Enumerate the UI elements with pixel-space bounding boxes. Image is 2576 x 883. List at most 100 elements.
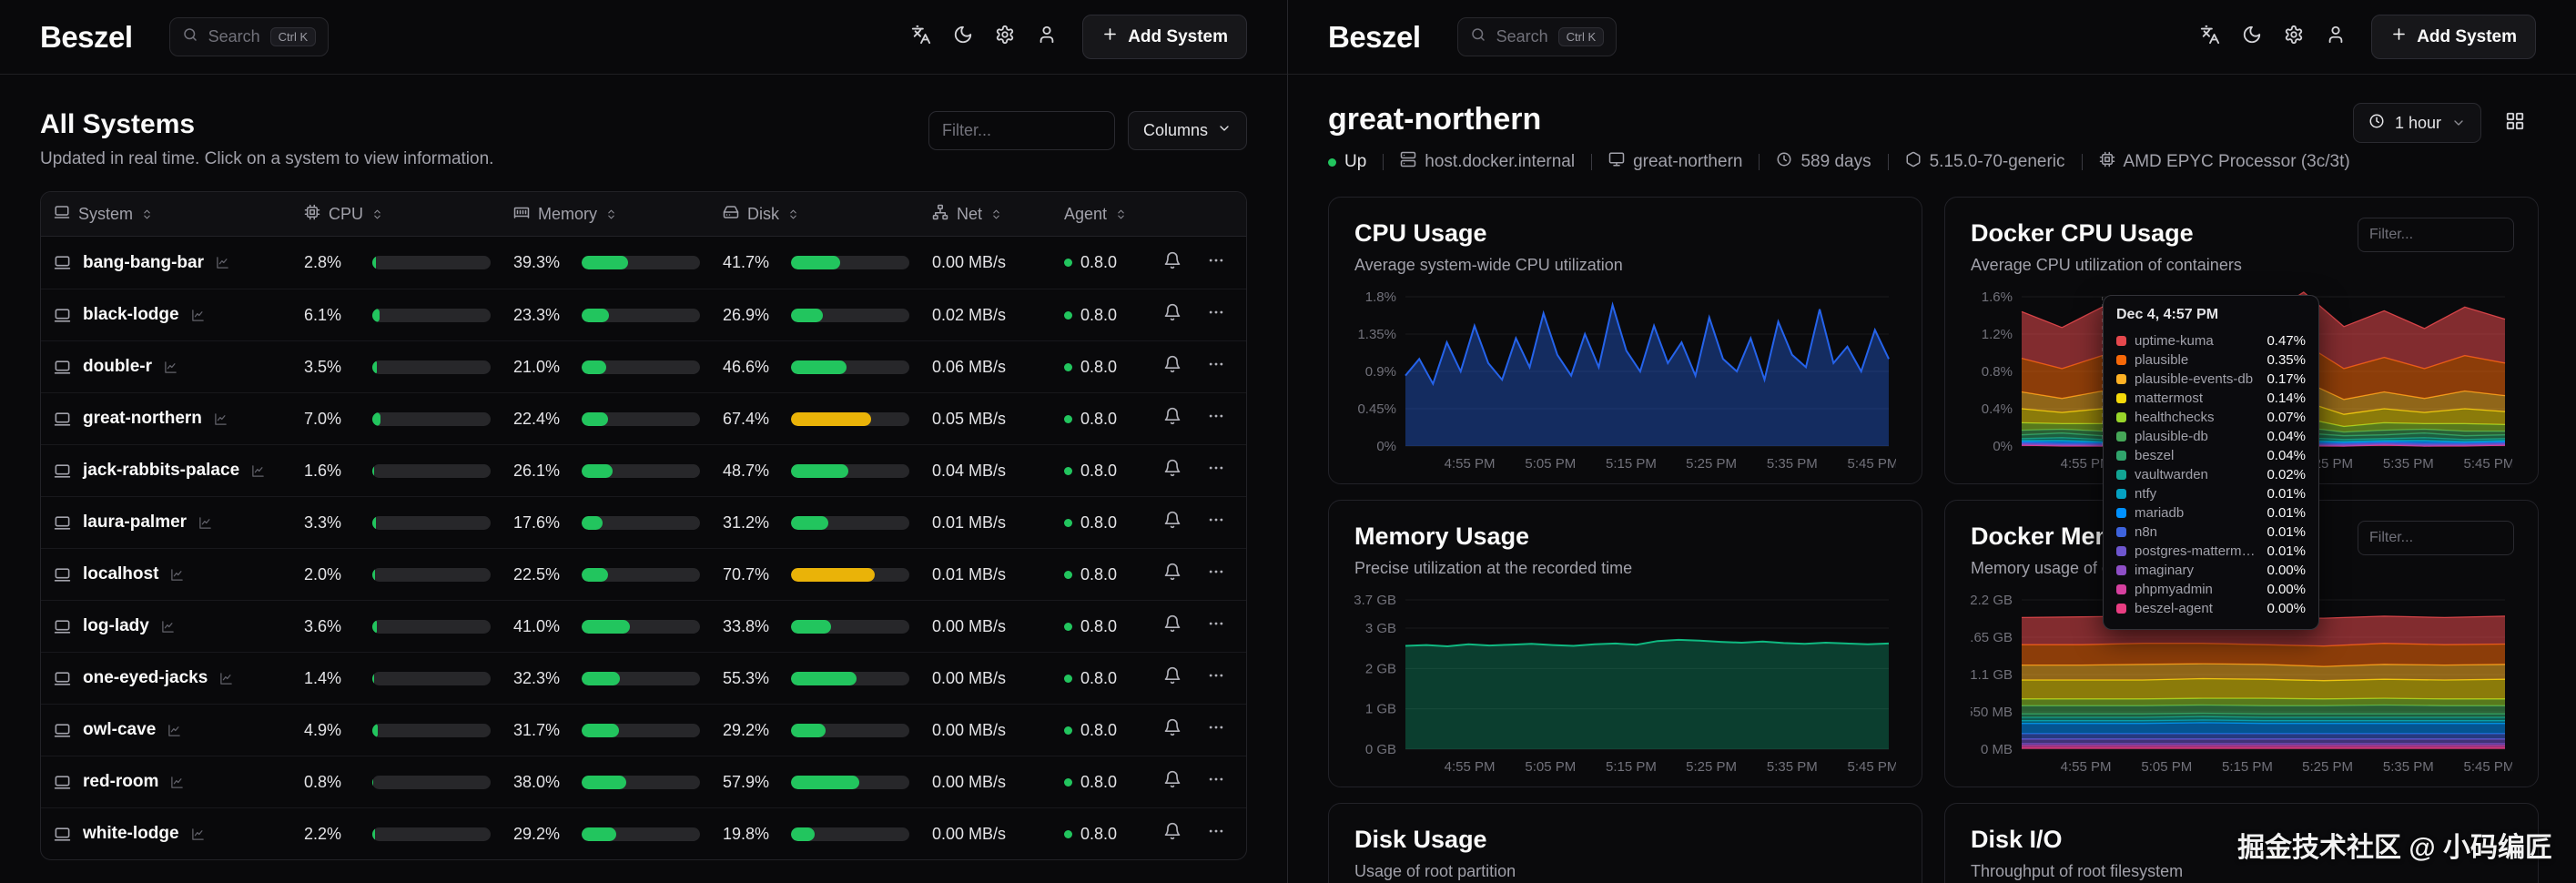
search-shortcut: Ctrl K	[1558, 27, 1605, 46]
monitor-icon	[1608, 151, 1625, 173]
time-range-select[interactable]: 1 hour	[2353, 103, 2481, 143]
row-menu-button[interactable]	[1199, 661, 1233, 695]
separator	[1591, 154, 1592, 170]
row-menu-button[interactable]	[1199, 453, 1233, 488]
layout-grid-button[interactable]	[2494, 102, 2536, 144]
svg-text:0.9%: 0.9%	[1365, 364, 1396, 380]
columns-button[interactable]: Columns	[1128, 111, 1247, 150]
alerts-bell-button[interactable]	[1155, 298, 1190, 332]
row-menu-button[interactable]	[1199, 817, 1233, 851]
header-disk[interactable]: Disk	[723, 204, 932, 225]
row-menu-button[interactable]	[1199, 298, 1233, 332]
row-menu-button[interactable]	[1199, 505, 1233, 540]
agent-status-dot	[1064, 778, 1072, 787]
svg-text:1 GB: 1 GB	[1365, 702, 1396, 717]
table-row[interactable]: jack-rabbits-palace 1.6% 26.1% 48.7% 0.0…	[41, 444, 1246, 496]
tooltip-row: plausible0.35%	[2116, 350, 2306, 370]
memory-metric: 17.6%	[513, 513, 723, 533]
sort-icon	[605, 208, 617, 220]
system-chart-icon	[170, 568, 184, 582]
svg-text:4:55 PM: 4:55 PM	[1445, 759, 1496, 775]
svg-text:5:25 PM: 5:25 PM	[1686, 759, 1737, 775]
table-row[interactable]: bang-bang-bar 2.8% 39.3% 41.7% 0.00 MB/s…	[41, 237, 1246, 289]
beszel-logo[interactable]: Beszel	[40, 20, 133, 55]
add-system-button[interactable]: Add System	[1082, 15, 1247, 59]
cpu-bar	[372, 360, 491, 374]
systems-filter-input[interactable]	[928, 111, 1115, 150]
alerts-bell-button[interactable]	[1155, 609, 1190, 644]
user-button[interactable]	[1026, 16, 1068, 58]
add-system-button[interactable]: Add System	[2371, 15, 2536, 59]
cpu-usage-chart[interactable]: 1.8%1.35%0.9%0.45%0%4:55 PM5:05 PM5:15 P…	[1354, 288, 1896, 478]
languages-button[interactable]	[2189, 16, 2231, 58]
memory-metric: 38.0%	[513, 773, 723, 792]
agent-status-dot	[1064, 675, 1072, 683]
alerts-bell-button[interactable]	[1155, 817, 1190, 851]
row-menu-button[interactable]	[1199, 246, 1233, 280]
header-memory[interactable]: Memory	[513, 204, 723, 225]
alerts-bell-button[interactable]	[1155, 246, 1190, 280]
svg-text:3.7 GB: 3.7 GB	[1354, 593, 1396, 608]
alerts-bell-button[interactable]	[1155, 453, 1190, 488]
theme-toggle-button[interactable]	[2231, 16, 2273, 58]
disk-bar	[791, 672, 909, 685]
table-row[interactable]: white-lodge 2.2% 29.2% 19.8% 0.00 MB/s 0…	[41, 807, 1246, 859]
tooltip-row: imaginary0.00%	[2116, 561, 2306, 580]
row-menu-button[interactable]	[1199, 350, 1233, 384]
hard-drive-icon	[723, 204, 739, 225]
row-menu-button[interactable]	[1199, 609, 1233, 644]
row-menu-button[interactable]	[1199, 557, 1233, 592]
status-badge[interactable]: Up	[1328, 152, 1366, 172]
alerts-bell-button[interactable]	[1155, 661, 1190, 695]
table-row[interactable]: great-northern 7.0% 22.4% 67.4% 0.05 MB/…	[41, 392, 1246, 444]
disk-bar	[791, 724, 909, 737]
beszel-logo[interactable]: Beszel	[1328, 20, 1421, 55]
agent-version: 0.8.0	[1080, 513, 1117, 533]
table-row[interactable]: owl-cave 4.9% 31.7% 29.2% 0.00 MB/s 0.8.…	[41, 704, 1246, 756]
theme-toggle-icon	[2242, 25, 2262, 49]
table-row[interactable]: double-r 3.5% 21.0% 46.6% 0.06 MB/s 0.8.…	[41, 340, 1246, 392]
cpu-metric: 0.8%	[304, 773, 513, 792]
alerts-bell-button[interactable]	[1155, 557, 1190, 592]
chevron-down-icon	[1217, 121, 1232, 140]
alerts-bell-button[interactable]	[1155, 401, 1190, 436]
theme-toggle-button[interactable]	[942, 16, 984, 58]
global-search[interactable]: Search Ctrl K	[1457, 17, 1618, 56]
alerts-bell-button[interactable]	[1155, 765, 1190, 799]
laptop-icon	[54, 204, 70, 225]
row-menu-button[interactable]	[1199, 713, 1233, 747]
memory-bar	[582, 256, 700, 269]
table-row[interactable]: log-lady 3.6% 41.0% 33.8% 0.00 MB/s 0.8.…	[41, 600, 1246, 652]
disk-usage-card: Disk Usage Usage of root partition	[1328, 803, 1922, 883]
row-menu-button[interactable]	[1199, 765, 1233, 799]
docker-cpu-filter-input[interactable]	[2358, 218, 2514, 252]
table-row[interactable]: black-lodge 6.1% 23.3% 26.9% 0.02 MB/s 0…	[41, 289, 1246, 340]
memory-usage-chart[interactable]: 3.7 GB3 GB2 GB1 GB0 GB4:55 PM5:05 PM5:15…	[1354, 591, 1896, 781]
alerts-bell-button[interactable]	[1155, 505, 1190, 540]
svg-text:5:35 PM: 5:35 PM	[2383, 759, 2434, 775]
header-cpu[interactable]: CPU	[304, 204, 513, 225]
table-row[interactable]: laura-palmer 3.3% 17.6% 31.2% 0.01 MB/s …	[41, 496, 1246, 548]
cpu-metric: 3.3%	[304, 513, 513, 533]
user-icon	[1037, 25, 1057, 49]
table-row[interactable]: localhost 2.0% 22.5% 70.7% 0.01 MB/s 0.8…	[41, 548, 1246, 600]
svg-text:1.1 GB: 1.1 GB	[1971, 667, 2013, 683]
disk-bar	[791, 620, 909, 634]
system-chart-icon	[198, 516, 212, 530]
settings-button[interactable]	[984, 16, 1026, 58]
header-agent[interactable]: Agent	[1064, 205, 1151, 224]
system-name: great-northern	[83, 409, 202, 429]
user-button[interactable]	[2315, 16, 2357, 58]
table-row[interactable]: red-room 0.8% 38.0% 57.9% 0.00 MB/s 0.8.…	[41, 756, 1246, 807]
header-system[interactable]: System	[54, 204, 304, 225]
languages-button[interactable]	[900, 16, 942, 58]
docker-memory-filter-input[interactable]	[2358, 521, 2514, 555]
alerts-bell-button[interactable]	[1155, 713, 1190, 747]
table-row[interactable]: one-eyed-jacks 1.4% 32.3% 55.3% 0.00 MB/…	[41, 652, 1246, 704]
row-menu-button[interactable]	[1199, 401, 1233, 436]
alerts-bell-button[interactable]	[1155, 350, 1190, 384]
system-name: owl-cave	[83, 720, 156, 740]
settings-button[interactable]	[2273, 16, 2315, 58]
global-search[interactable]: Search Ctrl K	[169, 17, 330, 56]
header-net[interactable]: Net	[932, 204, 1064, 225]
